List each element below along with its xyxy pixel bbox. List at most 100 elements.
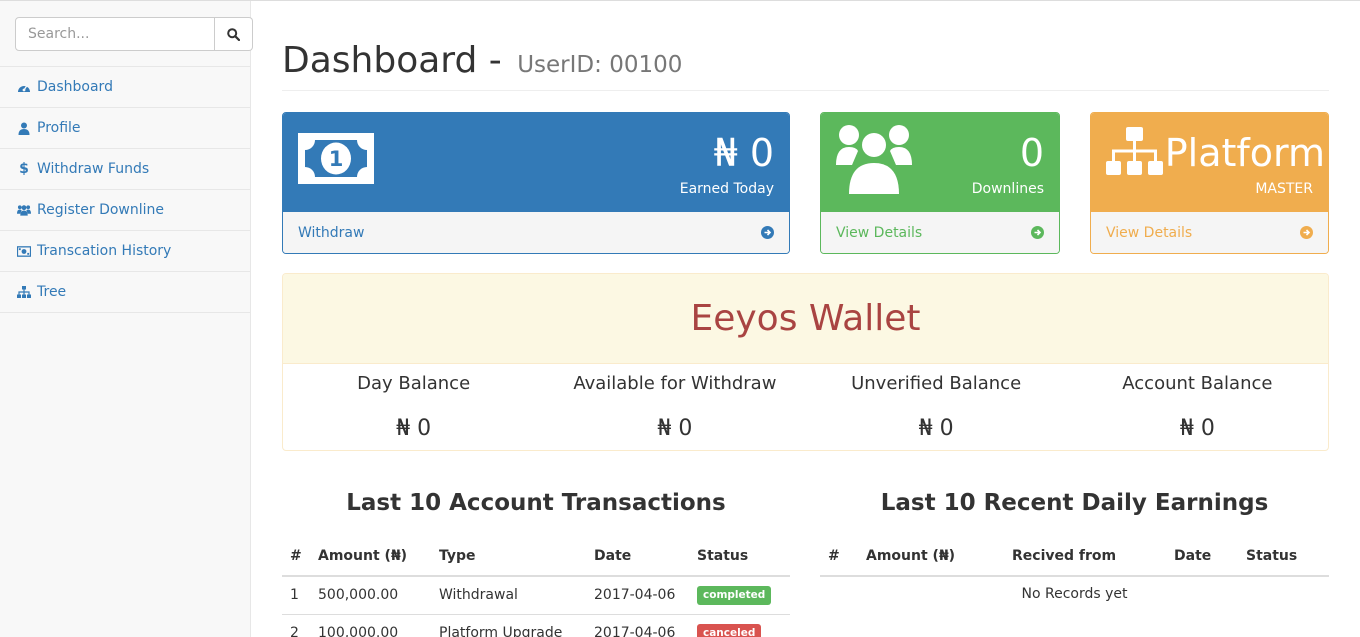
panel-heading: Platform MASTER xyxy=(1091,113,1328,212)
view-details-label: View Details xyxy=(836,224,923,241)
unverified-balance: Unverified Balance ₦ 0 xyxy=(806,364,1067,442)
sidebar-item-label: Dashboard xyxy=(37,79,113,95)
balance-label: Account Balance xyxy=(1122,373,1273,394)
transactions-section: Last 10 Account Transactions # Amount (₦… xyxy=(282,488,790,637)
search-bar xyxy=(0,1,253,67)
row-type: Platform Upgrade xyxy=(431,614,586,637)
table-row: 2 100,000.00 Platform Upgrade 2017-04-06… xyxy=(282,614,790,637)
search-group xyxy=(15,17,253,51)
row-number: 1 xyxy=(282,576,310,615)
title-separator: - xyxy=(488,40,502,81)
dashboard-icon xyxy=(17,80,31,94)
search-button[interactable] xyxy=(215,17,253,51)
platform-view-details-link[interactable]: View Details xyxy=(1091,212,1328,253)
table-row: No Records yet xyxy=(820,576,1329,610)
panel-heading: 1 ₦ 0 Earned Today xyxy=(283,113,789,212)
sidebar-item-dashboard[interactable]: Dashboard xyxy=(0,67,250,108)
arrow-circle-right-icon xyxy=(761,226,774,239)
balance-label: Unverified Balance xyxy=(851,373,1022,394)
account-balance: Account Balance ₦ 0 xyxy=(1067,364,1328,442)
search-input[interactable] xyxy=(15,17,215,51)
platform-label: MASTER xyxy=(1255,181,1313,197)
earnings-section: Last 10 Recent Daily Earnings # Amount (… xyxy=(820,488,1329,610)
row-amount: 500,000.00 xyxy=(310,576,431,615)
status-badge: completed xyxy=(697,585,772,605)
sitemap-icon xyxy=(1106,127,1163,179)
users-icon xyxy=(17,203,31,217)
balance-value: ₦ 0 xyxy=(396,416,432,441)
downlines-label: Downlines xyxy=(971,181,1044,197)
day-balance: Day Balance ₦ 0 xyxy=(283,364,544,442)
row-status-cell: canceled xyxy=(689,614,790,637)
users-icon xyxy=(836,123,912,199)
sidebar-item-label: Profile xyxy=(37,120,81,136)
sidebar-item-label: Withdraw Funds xyxy=(37,161,150,177)
wallet-panel: Eeyos Wallet Day Balance ₦ 0 Available f… xyxy=(282,273,1329,451)
column-header: Status xyxy=(1238,536,1329,577)
row-amount: 100,000.00 xyxy=(310,614,431,637)
sidebar-item-transaction-history[interactable]: Transcation History xyxy=(0,231,250,272)
page-title-text: Dashboard xyxy=(282,40,478,81)
search-icon xyxy=(227,27,240,41)
column-header: Amount (₦) xyxy=(310,536,431,577)
dollar-icon: $ xyxy=(19,161,29,177)
platform-value: Platform xyxy=(1164,131,1325,175)
wallet-title: Eeyos Wallet xyxy=(690,298,921,339)
available-for-withdraw: Available for Withdraw ₦ 0 xyxy=(544,364,805,442)
withdraw-link[interactable]: Withdraw xyxy=(283,212,789,253)
user-icon xyxy=(17,121,31,135)
user-id: UserID: 00100 xyxy=(517,52,683,78)
table-header-row: # Amount (₦) Type Date Status xyxy=(282,536,790,577)
sidebar-item-label: Register Downline xyxy=(37,202,165,218)
row-date: 2017-04-06 xyxy=(586,576,689,615)
balance-value: ₦ 0 xyxy=(1179,416,1215,441)
sidebar-item-profile[interactable]: Profile xyxy=(0,108,250,149)
earned-today-panel: 1 ₦ 0 Earned Today Withdraw xyxy=(282,112,790,254)
platform-panel: Platform MASTER View Details xyxy=(1090,112,1329,254)
table-header-row: # Amount (₦) Recived from Date Status xyxy=(820,536,1329,577)
column-header: # xyxy=(820,536,858,577)
column-header: Recived from xyxy=(1004,536,1166,577)
downlines-view-details-link[interactable]: View Details xyxy=(821,212,1059,253)
earnings-table: # Amount (₦) Recived from Date Status No… xyxy=(820,536,1329,610)
downlines-value: 0 xyxy=(1019,131,1044,175)
balance-label: Day Balance xyxy=(357,373,471,394)
sidebar-item-register-downline[interactable]: Register Downline xyxy=(0,190,250,231)
column-header: Status xyxy=(689,536,790,577)
transactions-title: Last 10 Account Transactions xyxy=(346,490,726,516)
money-bill-icon: 1 xyxy=(298,133,374,188)
sidebar-item-withdraw-funds[interactable]: $ Withdraw Funds xyxy=(0,149,250,190)
wallet-balances: Day Balance ₦ 0 Available for Withdraw ₦… xyxy=(283,364,1328,442)
column-header: Date xyxy=(586,536,689,577)
balance-label: Available for Withdraw xyxy=(573,373,777,394)
svg-text:1: 1 xyxy=(329,147,344,171)
balance-value: ₦ 0 xyxy=(657,416,693,441)
status-badge: canceled xyxy=(697,623,762,637)
sidebar-item-tree[interactable]: Tree xyxy=(0,272,250,313)
table-row: 1 500,000.00 Withdrawal 2017-04-06 compl… xyxy=(282,576,790,615)
earned-today-value: ₦ 0 xyxy=(713,131,774,175)
sidebar-item-label: Transcation History xyxy=(37,243,172,259)
wallet-heading: Eeyos Wallet xyxy=(283,274,1328,364)
balance-value: ₦ 0 xyxy=(918,416,954,441)
arrow-circle-right-icon xyxy=(1031,226,1044,239)
earnings-title: Last 10 Recent Daily Earnings xyxy=(880,490,1269,516)
row-status-cell: completed xyxy=(689,576,790,615)
sitemap-icon xyxy=(17,285,31,299)
column-header: Amount (₦) xyxy=(858,536,1004,577)
transactions-table: # Amount (₦) Type Date Status 1 500,000.… xyxy=(282,536,790,637)
column-header: Type xyxy=(431,536,586,577)
page-title: Dashboard - UserID: 00100 xyxy=(282,41,1329,85)
downlines-panel: 0 Downlines View Details xyxy=(820,112,1060,254)
view-details-label: View Details xyxy=(1106,224,1193,241)
panel-heading: 0 Downlines xyxy=(821,113,1059,212)
row-type: Withdrawal xyxy=(431,576,586,615)
page-header: Dashboard - UserID: 00100 xyxy=(282,41,1329,91)
money-icon xyxy=(17,244,31,258)
sidebar: Dashboard Profile $ Withdraw Funds Regis… xyxy=(0,1,253,637)
arrow-circle-right-icon xyxy=(1300,226,1313,239)
withdraw-link-label: Withdraw xyxy=(298,224,365,241)
sidebar-item-label: Tree xyxy=(37,284,67,300)
row-number: 2 xyxy=(282,614,310,637)
empty-message: No Records yet xyxy=(1021,585,1128,602)
